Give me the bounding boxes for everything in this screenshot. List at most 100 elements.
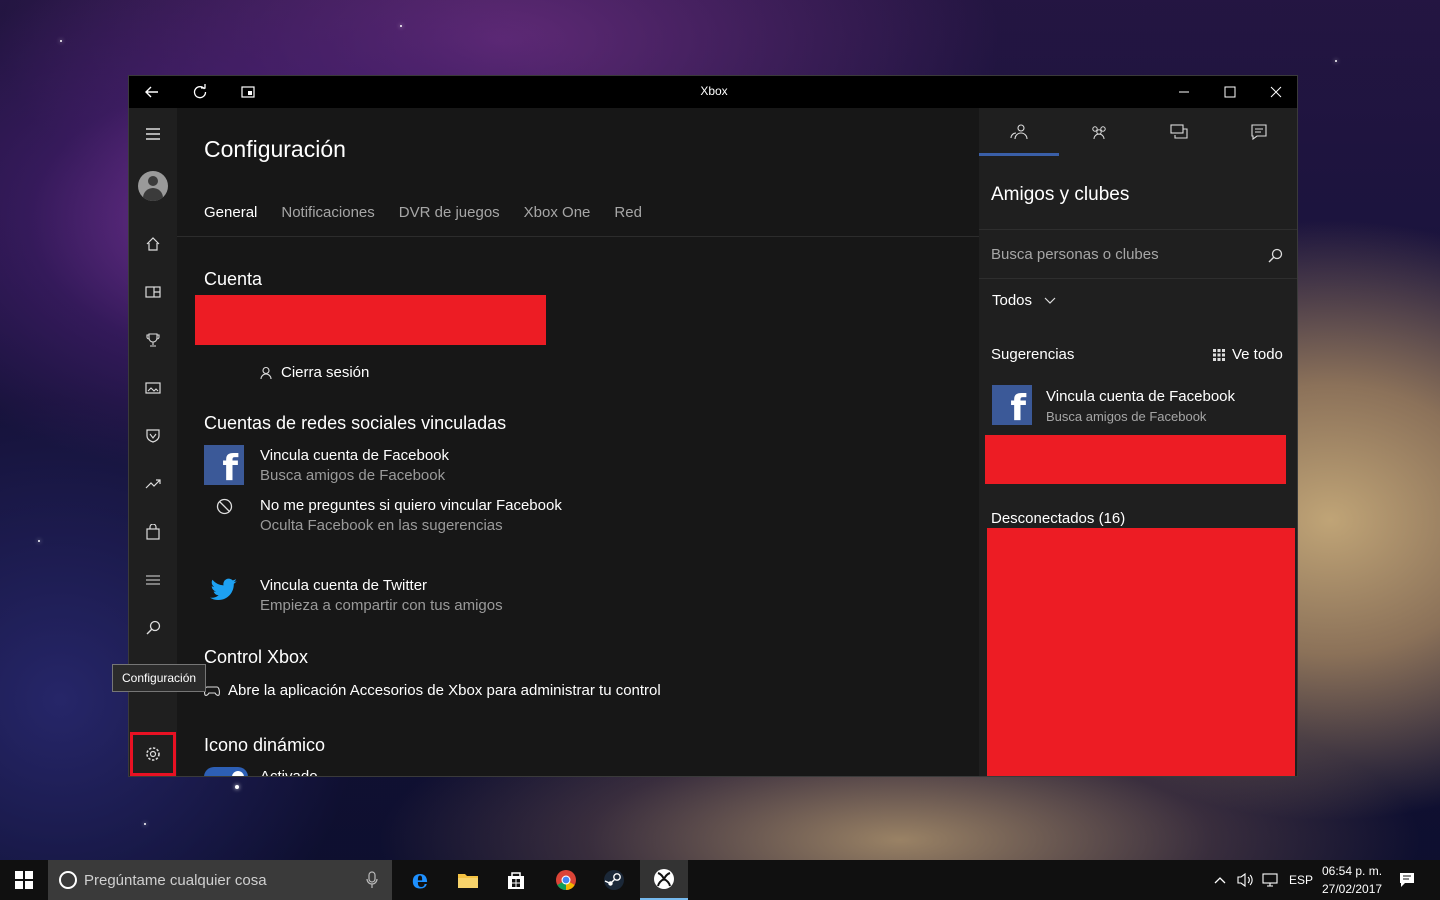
link-twitter-sub: Empieza a compartir con tus amigos: [260, 597, 503, 614]
folder-icon: [458, 874, 478, 888]
suggestion-facebook-sub: Busca amigos de Facebook: [1046, 409, 1207, 424]
profile-button[interactable]: [129, 166, 177, 206]
cortana-placeholder: Pregúntame cualquier cosa: [84, 872, 267, 889]
star: [60, 40, 62, 42]
trending-icon: [145, 479, 161, 489]
taskbar-xbox[interactable]: [640, 860, 688, 900]
messages-icon: [1170, 124, 1188, 139]
nav-achievements[interactable]: [129, 320, 177, 360]
hamburger-icon: [146, 128, 160, 140]
nav-connect[interactable]: [129, 560, 177, 600]
nav-my-games[interactable]: [129, 272, 177, 312]
tab-game-dvr[interactable]: DVR de juegos: [399, 204, 500, 221]
nav-home[interactable]: [129, 224, 177, 264]
tab-network[interactable]: Red: [614, 204, 642, 221]
chevron-down-icon: [1044, 297, 1056, 304]
star: [38, 540, 40, 542]
settings-tooltip: Configuración: [112, 664, 207, 692]
tab-general[interactable]: General: [204, 204, 257, 221]
search-icon: [146, 620, 161, 635]
window-title: Xbox: [700, 84, 728, 98]
friends-pane: Amigos y clubes Busca personas o clubes …: [979, 108, 1297, 776]
tab-party[interactable]: [1059, 108, 1139, 156]
suggestion-facebook-title[interactable]: Vincula cuenta de Facebook: [1046, 388, 1235, 405]
sign-out-link[interactable]: Cierra sesión: [259, 364, 369, 381]
people-search-input[interactable]: Busca personas o clubes: [991, 246, 1159, 263]
maximize-button[interactable]: [1207, 76, 1253, 108]
page-title: Configuración: [204, 136, 346, 162]
cortana-search-box[interactable]: Pregúntame cualquier cosa: [48, 860, 392, 900]
chevron-up-icon[interactable]: [1214, 876, 1226, 884]
divider: [979, 278, 1297, 279]
taskbar-steam[interactable]: [590, 860, 638, 900]
clock-date[interactable]: 27/02/2017: [1322, 882, 1382, 896]
games-icon: [145, 286, 161, 298]
chrome-icon: [556, 870, 576, 891]
nav-search[interactable]: [129, 608, 177, 648]
no-ask-facebook-title[interactable]: No me preguntes si quiero vincular Faceb…: [260, 497, 562, 514]
tab-activity[interactable]: [1219, 108, 1297, 156]
volume-icon[interactable]: [1236, 872, 1254, 888]
filter-value: Todos: [992, 292, 1033, 309]
windows-logo-icon: [15, 871, 33, 889]
see-all-label: Ve todo: [1232, 346, 1283, 363]
taskbar-explorer[interactable]: [444, 860, 492, 900]
avatar: [138, 171, 168, 201]
controller-link[interactable]: Abre la aplicación Accesorios de Xbox pa…: [204, 682, 661, 699]
block-icon: [216, 498, 233, 520]
action-center-icon[interactable]: [1398, 872, 1416, 888]
see-all-button[interactable]: Ve todo: [1213, 346, 1283, 363]
twitter-icon: [210, 578, 238, 607]
live-tile-heading: Icono dinámico: [204, 735, 326, 755]
microphone-icon: [366, 871, 378, 888]
party-icon: [1092, 126, 1106, 140]
star: [400, 25, 402, 27]
clock-time[interactable]: 06:54 p. m.: [1322, 864, 1382, 878]
gear-icon: [146, 747, 160, 761]
divider: [979, 229, 1297, 230]
redacted-suggestion: [985, 435, 1286, 484]
xbox-window: Xbox Configuración General Notificacione…: [128, 75, 1298, 777]
link-facebook-title[interactable]: Vincula cuenta de Facebook: [260, 447, 449, 464]
live-tile-toggle[interactable]: [204, 767, 248, 776]
store-icon: [508, 872, 524, 889]
people-search-button[interactable]: [1267, 248, 1283, 269]
nav-store[interactable]: [129, 512, 177, 552]
trophy-icon: [146, 333, 160, 347]
home-icon: [146, 237, 160, 251]
tab-messages[interactable]: [1139, 108, 1219, 156]
divider: [177, 236, 979, 237]
close-icon: [1270, 86, 1282, 98]
tab-notifications[interactable]: Notificaciones: [281, 204, 374, 221]
xbox-icon: [654, 869, 674, 889]
minimize-button[interactable]: [1161, 76, 1207, 108]
nav-trending[interactable]: [129, 464, 177, 504]
gallery-icon: [145, 382, 161, 394]
settings-button[interactable]: [130, 732, 176, 776]
taskbar-chrome[interactable]: [542, 860, 590, 900]
language-indicator[interactable]: ESP: [1289, 873, 1313, 887]
start-button[interactable]: [0, 860, 48, 900]
friends-icon: [1010, 124, 1028, 140]
network-icon[interactable]: [1262, 872, 1280, 888]
filter-dropdown[interactable]: Todos: [992, 292, 1056, 309]
tab-xbox-one[interactable]: Xbox One: [524, 204, 591, 221]
store-bag-icon: [146, 524, 160, 540]
facebook-icon: f: [204, 445, 244, 489]
link-twitter-title[interactable]: Vincula cuenta de Twitter: [260, 577, 427, 594]
offline-heading: Desconectados (16): [991, 510, 1126, 527]
nav-clubs[interactable]: [129, 416, 177, 456]
tab-friends[interactable]: [979, 108, 1059, 156]
list-icon: [146, 575, 160, 585]
steam-icon: [604, 870, 624, 890]
grid-icon: [1213, 348, 1225, 361]
close-button[interactable]: [1253, 76, 1297, 108]
sign-out-label: Cierra sesión: [281, 364, 370, 381]
search-icon: [1268, 248, 1283, 263]
taskbar-store[interactable]: [492, 860, 540, 900]
nav-game-dvr[interactable]: [129, 368, 177, 408]
taskbar-edge[interactable]: e: [396, 860, 444, 900]
menu-button[interactable]: [129, 114, 177, 154]
star: [235, 785, 239, 789]
controller-heading: Control Xbox: [204, 647, 309, 667]
